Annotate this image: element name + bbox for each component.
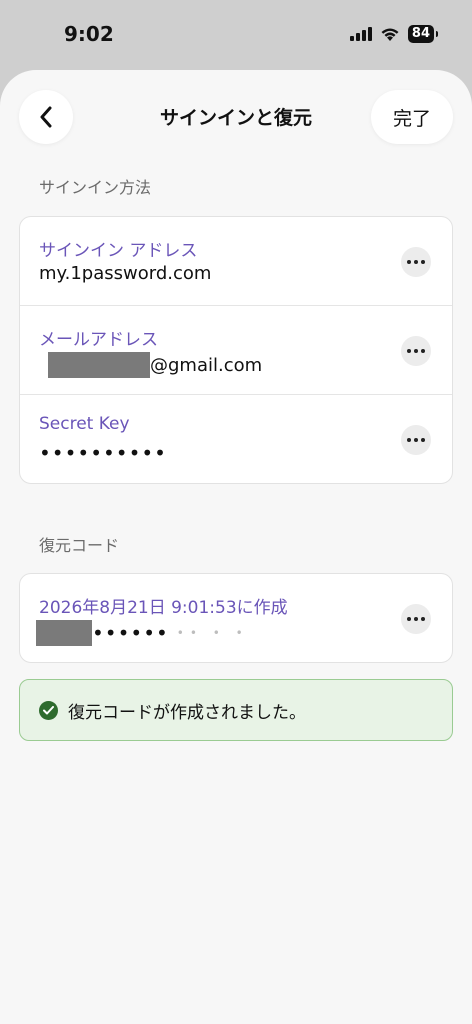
secret-key-value: •••••••••• xyxy=(39,441,167,465)
recovery-code-value: •••••• •• • • xyxy=(36,620,249,646)
secret-key-row[interactable]: Secret Key •••••••••• xyxy=(20,395,452,484)
redaction-block xyxy=(48,352,150,378)
sign-in-address-label: サインイン アドレス xyxy=(39,241,198,261)
status-icons: 84 xyxy=(349,25,439,43)
status-time: 9:02 xyxy=(64,22,114,46)
sign-in-section-label: サインイン方法 xyxy=(39,178,152,197)
more-icon xyxy=(407,349,411,353)
sign-in-address-row[interactable]: サインイン アドレス my.1password.com xyxy=(20,217,452,306)
secret-key-label: Secret Key xyxy=(39,414,130,434)
email-label: メールアドレス xyxy=(39,330,158,350)
email-more-button[interactable] xyxy=(401,336,431,366)
wifi-icon xyxy=(381,28,399,41)
sign-in-methods-card: サインイン アドレス my.1password.com メールアドレス @gma… xyxy=(19,216,453,484)
recovery-section-label: 復元コード xyxy=(39,536,120,555)
sign-in-address-more-button[interactable] xyxy=(401,247,431,277)
header: サインインと復元 完了 xyxy=(0,70,472,162)
sign-in-recovery-sheet: サインインと復元 完了 サインイン方法 サインイン アドレス my.1passw… xyxy=(0,70,472,1024)
done-button[interactable]: 完了 xyxy=(371,90,453,144)
redaction-block xyxy=(36,620,92,646)
more-icon xyxy=(407,260,411,264)
secret-key-more-button[interactable] xyxy=(401,425,431,455)
cellular-signal-icon xyxy=(349,27,372,41)
battery-indicator: 84 xyxy=(407,25,439,43)
recovery-code-label: 2026年8月21日 9:01:53に作成 xyxy=(39,598,288,618)
sign-in-address-value: my.1password.com xyxy=(39,263,212,284)
more-icon xyxy=(407,617,411,621)
email-value: @gmail.com xyxy=(39,352,262,378)
email-domain: @gmail.com xyxy=(150,354,263,376)
email-row[interactable]: メールアドレス @gmail.com xyxy=(20,306,452,395)
recovery-code-dots: •••••• xyxy=(92,621,169,645)
toast-message: 復元コードが作成されました。 xyxy=(68,702,306,723)
success-toast: 復元コードが作成されました。 xyxy=(19,679,453,741)
recovery-code-card: 2026年8月21日 9:01:53に作成 •••••• •• • • xyxy=(19,573,453,663)
more-icon xyxy=(407,438,411,442)
recovery-code-more-button[interactable] xyxy=(401,604,431,634)
check-circle-icon xyxy=(39,700,58,720)
faded-dots: •• • • xyxy=(176,626,249,640)
status-bar: 9:02 84 xyxy=(0,0,472,70)
recovery-code-row[interactable]: 2026年8月21日 9:01:53に作成 •••••• •• • • xyxy=(20,574,452,663)
